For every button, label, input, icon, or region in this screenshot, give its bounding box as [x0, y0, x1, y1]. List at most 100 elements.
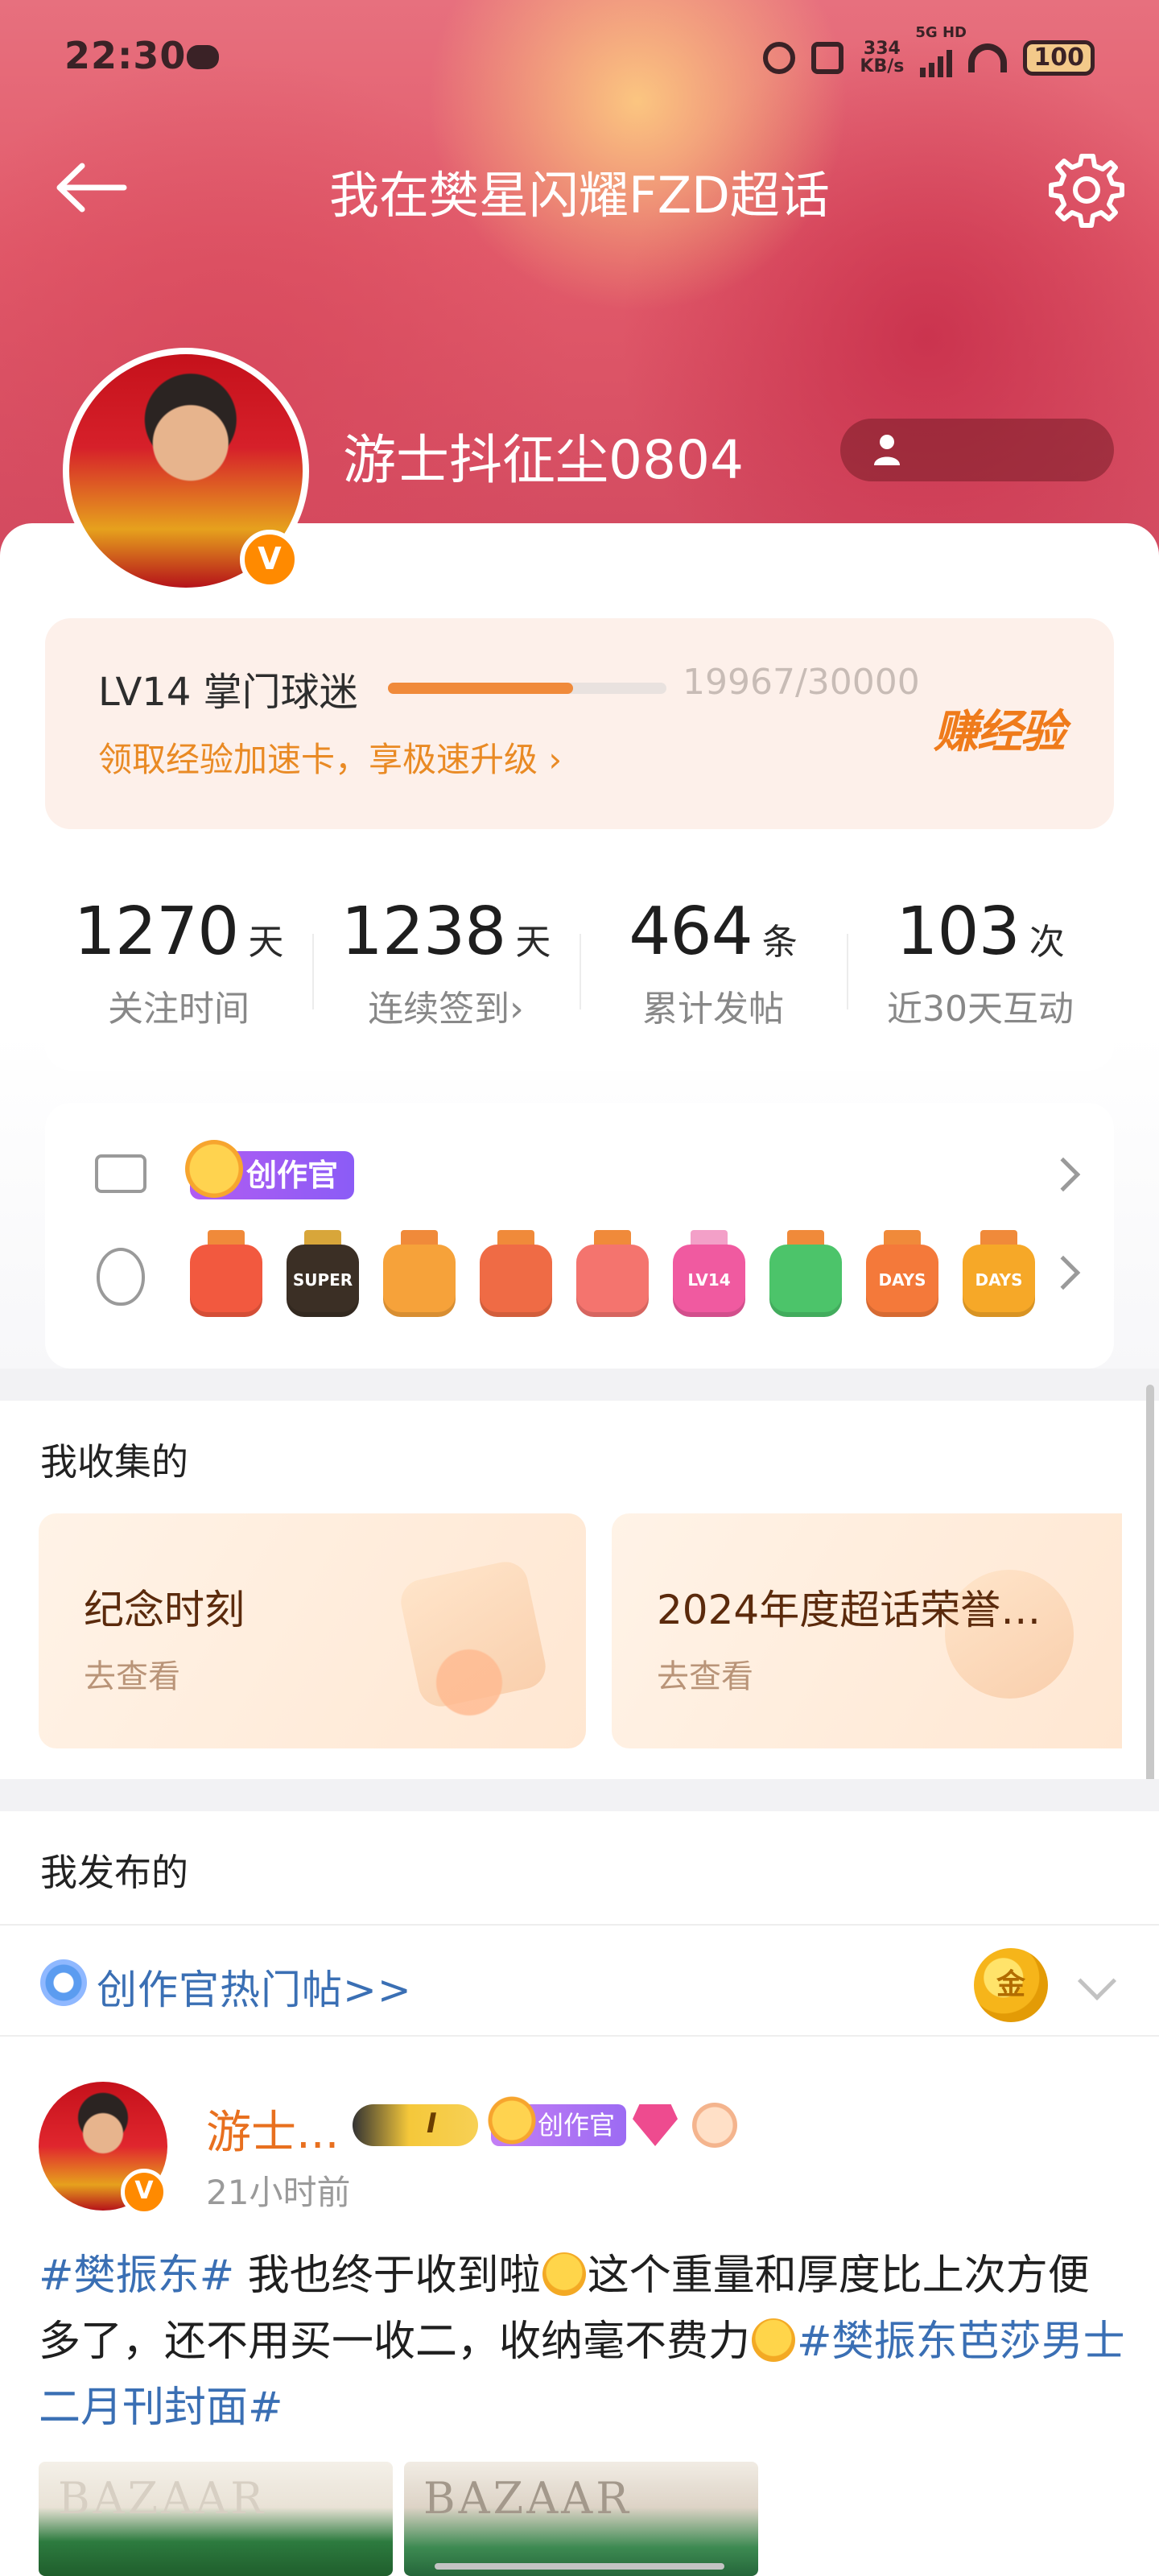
creator-mascot-icon [185, 1140, 243, 1198]
stat-label: 连续签到› [368, 988, 524, 1030]
post-time: 21小时前 [206, 2173, 351, 2212]
level-progress-bar [388, 683, 666, 694]
medal-text: LV14 [687, 1270, 731, 1290]
stat-unit: 次 [1029, 921, 1065, 963]
scrollbar[interactable] [1146, 1385, 1154, 1811]
section-divider [0, 1368, 1159, 1401]
exp-card-link[interactable]: 领取经验加速卡，享极速升级 › [98, 733, 562, 782]
wechat-notification-icon [187, 45, 219, 69]
chevron-right-icon[interactable] [1046, 1157, 1081, 1192]
post-image[interactable]: BAZAAR [404, 2462, 758, 2576]
collected-section-title: 我收集的 [40, 1440, 188, 1484]
stat-value: 103 [896, 893, 1021, 970]
achievement-medal[interactable] [382, 1230, 457, 1323]
level-progress-text: 19967/30000 [683, 662, 920, 703]
creator-hot-posts-row[interactable]: 创作官热门帖>> 金 [0, 1924, 1159, 2037]
signal-icon: 5G HD [915, 24, 967, 77]
hashtag-link[interactable]: #樊振东# [39, 2252, 234, 2300]
stat-checkin-days[interactable]: 1238 天 连续签到› [312, 894, 580, 1031]
medal-outline-icon [97, 1248, 145, 1306]
network-speed: 334 KB/s [860, 40, 904, 76]
badges-card: 创作官 SUPER LV14 DAYS DAYS [45, 1103, 1114, 1368]
published-section-title: 我发布的 [40, 1851, 188, 1894]
medal-text: SUPER [292, 1270, 353, 1290]
chevron-down-icon[interactable] [1077, 1961, 1117, 2001]
surprised-emoji-icon [542, 2252, 586, 2296]
stat-unit: 天 [515, 921, 551, 963]
stat-label: 关注时间 [108, 988, 250, 1030]
stat-value: 1238 [340, 893, 507, 970]
collect-card-title: 2024年度超话荣誉… [657, 1587, 1041, 1633]
person-icon [874, 435, 900, 465]
id-card-icon [95, 1154, 146, 1193]
gold-medal-icon: 金 [974, 1948, 1048, 2022]
mute-icon [811, 42, 844, 74]
identity-pill[interactable] [840, 419, 1114, 481]
wifi-icon [968, 43, 1008, 72]
magazine-logo: BAZAAR [58, 2473, 266, 2524]
post-verified-badge: V [121, 2169, 167, 2215]
stat-value: 464 [629, 893, 753, 970]
collect-card-title: 纪念时刻 [84, 1587, 245, 1633]
post-creator-label: 创作官 [538, 2110, 616, 2140]
collect-card-link: 去查看 [657, 1658, 753, 1695]
stat-label: 累计发帖 [642, 988, 784, 1030]
alarm-icon [763, 42, 796, 74]
achievement-medal[interactable]: DAYS [961, 1230, 1037, 1323]
level-progress-fill [388, 683, 574, 694]
medal-text: DAYS [878, 1270, 926, 1290]
creator-official-tag[interactable]: 创作官 [185, 1140, 355, 1199]
achievement-medal[interactable] [188, 1230, 264, 1323]
hot-posts-link[interactable]: 创作官热门帖>> [97, 1958, 412, 2016]
medal-disc [769, 1245, 842, 1317]
achievement-medal[interactable] [478, 1230, 554, 1323]
chevron-right-icon[interactable] [1046, 1255, 1081, 1290]
medal-disc [480, 1245, 552, 1317]
crown-level-text: I [427, 2107, 437, 2140]
creator-star-icon [40, 1959, 87, 2006]
profile-avatar[interactable]: V [63, 348, 309, 594]
post-creator-tag: 创作官 [488, 2096, 627, 2146]
stat-label: 近30天互动 [887, 988, 1074, 1030]
settings-gear-icon[interactable] [1046, 150, 1127, 230]
collect-card-moments[interactable]: 纪念时刻 去查看 [39, 1513, 586, 1748]
home-indicator[interactable] [435, 2563, 724, 2570]
stat-posts: 464 条 累计发帖 [580, 894, 847, 1031]
medal-list[interactable]: SUPER LV14 DAYS DAYS [188, 1230, 1037, 1323]
profile-sheet: LV14 掌门球迷 19967/30000 领取经验加速卡，享极速升级 › 赚经… [0, 523, 1159, 1368]
medal-disc [190, 1245, 262, 1317]
collect-card-honors[interactable]: 2024年度超话荣誉… 去查看 [612, 1513, 1122, 1748]
post-author-name[interactable]: 游士... [206, 2096, 339, 2161]
status-bar: 22:30 334 KB/s 5G HD 100 [0, 0, 1159, 121]
stat-unit: 条 [761, 921, 798, 963]
page-title: 我在樊星闪耀FZD超话 [329, 166, 830, 225]
magazine-logo: BAZAAR [423, 2473, 632, 2524]
post-text: 我也终于收到啦 [234, 2252, 541, 2300]
profile-username: 游士抖征尘0804 [343, 429, 744, 491]
status-icons: 334 KB/s 5G HD 100 [763, 24, 1095, 80]
heart-decoration [425, 1642, 514, 1723]
stat-interactions: 103 次 近30天互动 [847, 894, 1114, 1031]
achievement-medal[interactable]: DAYS [864, 1230, 940, 1323]
fan-face-icon [692, 2103, 737, 2148]
stat-unit: 天 [248, 921, 284, 963]
achievement-medal[interactable] [575, 1230, 650, 1323]
post-item[interactable]: V 游士... I 创作官 21小时前 #樊振东# 我也终于收到啦 这个重量和厚度… [0, 2037, 1159, 2576]
network-speed-unit: KB/s [860, 56, 905, 76]
crown-level-badge: I [353, 2104, 478, 2146]
medal-text: DAYS [975, 1270, 1023, 1290]
level-card[interactable]: LV14 掌门球迷 19967/30000 领取经验加速卡，享极速升级 › 赚经… [45, 618, 1114, 829]
medal-disc [383, 1245, 456, 1317]
status-time: 22:30 [64, 34, 187, 77]
earn-exp-button[interactable]: 赚经验 [934, 696, 1066, 761]
gear-svg [1049, 154, 1124, 228]
achievement-medal[interactable]: SUPER [285, 1230, 361, 1323]
post-body: #樊振东# 我也终于收到啦 这个重量和厚度比上次方便多了，还不用买一收二，收纳毫不… [39, 2243, 1125, 2441]
post-image[interactable]: BAZAAR [39, 2462, 393, 2576]
creator-mascot-icon [488, 2096, 536, 2145]
network-type: 5G HD [915, 24, 967, 41]
medal-disc [576, 1245, 649, 1317]
achievement-medal[interactable]: LV14 [671, 1230, 747, 1323]
section-divider [0, 1779, 1159, 1811]
achievement-medal[interactable] [768, 1230, 843, 1323]
